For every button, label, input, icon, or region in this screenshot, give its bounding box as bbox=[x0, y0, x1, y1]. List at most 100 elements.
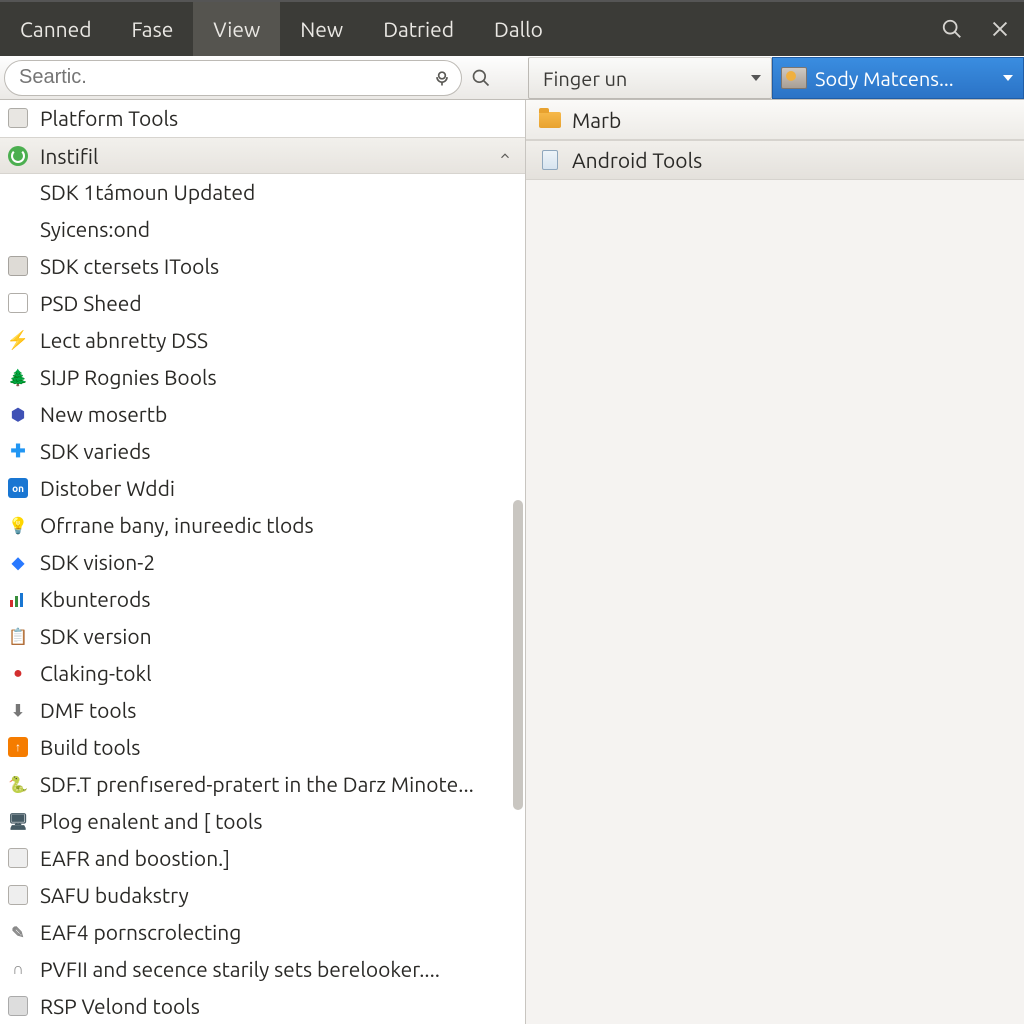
tree-icon: 🌲 bbox=[6, 365, 30, 389]
filter-dropdown[interactable]: Finger un bbox=[528, 57, 772, 99]
search-input[interactable] bbox=[4, 60, 462, 96]
list-item-label: Instifil bbox=[40, 144, 495, 168]
down-icon: ⬇ bbox=[6, 698, 30, 722]
list-item[interactable]: 🖥 Plog enalent and [ tools bbox=[0, 803, 525, 840]
disk-icon bbox=[6, 106, 30, 130]
list-item[interactable]: 🌲 SIJP Rognies Bools bbox=[0, 359, 525, 396]
list-item[interactable]: Kbunterods bbox=[0, 581, 525, 618]
avatar-icon bbox=[781, 67, 807, 89]
list-item[interactable]: RSP Velond tools bbox=[0, 988, 525, 1024]
voice-input-icon[interactable] bbox=[430, 66, 454, 90]
clip-icon: 📋 bbox=[6, 624, 30, 648]
menubar: CannedFaseViewNewDatriedDallo bbox=[0, 0, 1024, 56]
list-item[interactable]: ⚡ Lect abnretty DSS bbox=[0, 322, 525, 359]
menu-item-datried[interactable]: Datried bbox=[363, 2, 474, 56]
page-icon bbox=[6, 883, 30, 907]
list-item-label: SDK vision-2 bbox=[40, 550, 515, 574]
list-item-label: PVFII and secence starily sets berelooke… bbox=[40, 957, 515, 981]
list-item[interactable]: ∩PVFII and secence starily sets berelook… bbox=[0, 951, 525, 988]
list-item-label: Plog enalent and [ tools bbox=[40, 809, 515, 833]
list-item[interactable]: ⬢ New mosertb bbox=[0, 396, 525, 433]
list-item-label: SDK ctersets ITools bbox=[40, 254, 515, 278]
list-item[interactable]: ⬇ DMF tools bbox=[0, 692, 525, 729]
right-item[interactable]: Android Tools bbox=[526, 140, 1024, 180]
list-item-label: Syicens:ond bbox=[40, 217, 515, 241]
right-item-label: Android Tools bbox=[572, 148, 702, 172]
list-item[interactable]: ↑ Build tools bbox=[0, 729, 525, 766]
list-item[interactable]: ✚ SDK varieds bbox=[0, 433, 525, 470]
list-item[interactable]: SAFU budakstry bbox=[0, 877, 525, 914]
list-item-label: Kbunterods bbox=[40, 587, 515, 611]
list-item-label: Distober Wddi bbox=[40, 476, 515, 500]
toolbar-row: Finger un Sody Matcens... bbox=[0, 56, 1024, 100]
main-area: Platform Tools Instifil SDK 1támoun Update… bbox=[0, 100, 1024, 1024]
list-item[interactable]: ✎EAF4 pornscrolecting bbox=[0, 914, 525, 951]
menu-item-view[interactable]: View bbox=[193, 2, 280, 56]
chevron-down-icon bbox=[751, 75, 761, 81]
list-item[interactable]: Instifil bbox=[0, 137, 525, 174]
file-icon bbox=[538, 150, 562, 170]
left-list: Platform Tools Instifil SDK 1támoun Update… bbox=[0, 100, 526, 1024]
profile-dropdown-label: Sody Matcens... bbox=[815, 67, 997, 90]
toolbar-search-icon[interactable] bbox=[928, 2, 976, 56]
list-item-label: RSP Velond tools bbox=[40, 994, 515, 1018]
mon-icon: 🖥 bbox=[6, 809, 30, 833]
puzzle-icon: ✚ bbox=[6, 439, 30, 463]
diamond-icon: ◆ bbox=[6, 550, 30, 574]
list-item[interactable]: SDK 1támoun Updated bbox=[0, 174, 525, 211]
list-item-label: New mosertb bbox=[40, 402, 515, 426]
menu-item-dallo[interactable]: Dallo bbox=[474, 2, 563, 56]
list-item-label: EAFR and boostion.] bbox=[40, 846, 515, 870]
list-item-label: SDF.T prenfısered-pratert in the Darz Mi… bbox=[40, 772, 515, 796]
chevron-down-icon bbox=[1003, 75, 1013, 81]
list-item[interactable]: 🐍 SDF.T prenfısered-pratert in the Darz M… bbox=[0, 766, 525, 803]
bolt-icon: ⚡ bbox=[6, 328, 30, 352]
right-item[interactable]: Marb bbox=[526, 100, 1024, 140]
bulb-icon: 💡 bbox=[6, 513, 30, 537]
list-item-label: SIJP Rognies Bools bbox=[40, 365, 515, 389]
list-item[interactable]: Platform Tools bbox=[0, 100, 525, 137]
bars-icon bbox=[6, 587, 30, 611]
list-item-label: Lect abnretty DSS bbox=[40, 328, 515, 352]
list-item[interactable]: 💡 Ofrrane bany, inureedic tlods bbox=[0, 507, 525, 544]
list-item[interactable]: Syicens:ond bbox=[0, 211, 525, 248]
filter-dropdown-label: Finger un bbox=[543, 67, 745, 90]
list-item[interactable]: EAFR and boostion.] bbox=[0, 840, 525, 877]
py-icon: 🐍 bbox=[6, 772, 30, 796]
toolbar-close-icon[interactable] bbox=[976, 2, 1024, 56]
menu-item-fase[interactable]: Fase bbox=[112, 2, 194, 56]
search-go-icon[interactable] bbox=[466, 60, 496, 96]
list-item[interactable]: 📋 SDK version bbox=[0, 618, 525, 655]
list-item[interactable]: ● Claking-tokl bbox=[0, 655, 525, 692]
list-item[interactable]: onDistober Wddi bbox=[0, 470, 525, 507]
right-panel: Marb Android Tools bbox=[526, 100, 1024, 1024]
shield-icon: ⬢ bbox=[6, 402, 30, 426]
warn-icon: ● bbox=[6, 661, 30, 685]
page-icon bbox=[6, 846, 30, 870]
menu-item-canned[interactable]: Canned bbox=[0, 2, 112, 56]
list-item-label: SDK 1támoun Updated bbox=[40, 180, 515, 204]
list-item-label: DMF tools bbox=[40, 698, 515, 722]
chevron-up-icon[interactable] bbox=[495, 146, 515, 166]
list-item-label: Ofrrane bany, inureedic tlods bbox=[40, 513, 515, 537]
list-item-label: SDK version bbox=[40, 624, 515, 648]
list-item-label: SDK varieds bbox=[40, 439, 515, 463]
list-item-label: SAFU budakstry bbox=[40, 883, 515, 907]
list-item[interactable]: PSD Sheed bbox=[0, 285, 525, 322]
srv-icon bbox=[6, 994, 30, 1018]
lock-icon: ↑ bbox=[6, 735, 30, 759]
doc-icon bbox=[6, 291, 30, 315]
list-item-label: Claking-tokl bbox=[40, 661, 515, 685]
list-item-label: PSD Sheed bbox=[40, 291, 515, 315]
list-item-label: Build tools bbox=[40, 735, 515, 759]
pen-icon: ✎ bbox=[6, 920, 30, 944]
search-area bbox=[0, 56, 500, 99]
scrollbar-thumb[interactable] bbox=[513, 500, 523, 810]
list-item[interactable]: ◆ SDK vision-2 bbox=[0, 544, 525, 581]
menubar-spacer bbox=[563, 2, 928, 56]
menu-item-new[interactable]: New bbox=[280, 2, 363, 56]
list-item[interactable]: SDK ctersets ITools bbox=[0, 248, 525, 285]
profile-dropdown[interactable]: Sody Matcens... bbox=[772, 57, 1024, 99]
list-item-label: Platform Tools bbox=[40, 106, 515, 130]
box-icon bbox=[6, 254, 30, 278]
